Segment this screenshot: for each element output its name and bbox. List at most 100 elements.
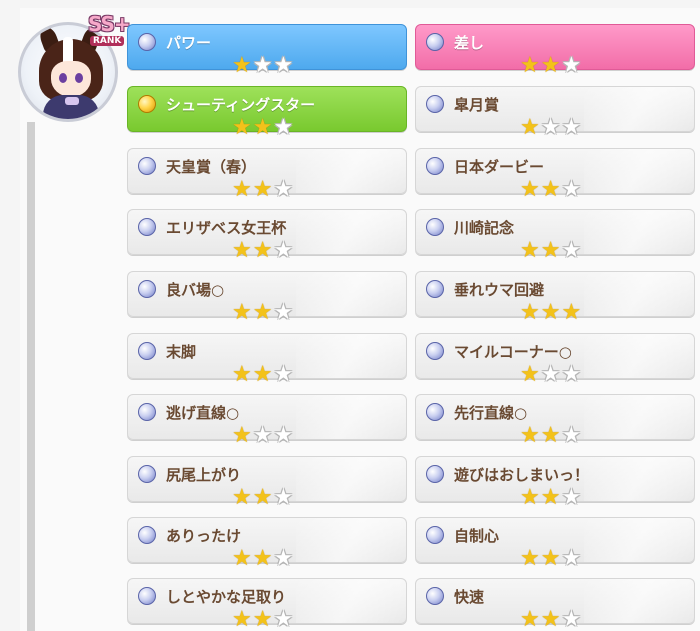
star-filled-icon: ★ — [520, 423, 541, 448]
star-rating: ★★★ — [520, 55, 582, 77]
skill-name: 天皇賞（春） — [166, 158, 257, 176]
skill-card[interactable]: 天皇賞（春） ★★★ — [127, 148, 407, 201]
skill-name: 日本ダービー — [454, 158, 545, 176]
star-filled-icon: ★ — [232, 607, 253, 631]
star-empty-icon: ★ — [540, 115, 562, 140]
star-empty-icon: ★ — [273, 115, 295, 140]
star-rating: ★★★ — [520, 609, 582, 631]
skill-name: 差し — [454, 34, 485, 52]
skill-card[interactable]: 日本ダービー ★★★ — [415, 148, 695, 201]
star-filled-icon: ★ — [232, 177, 253, 202]
star-filled-icon: ★ — [520, 362, 541, 387]
star-empty-icon: ★ — [561, 362, 583, 387]
skill-card[interactable]: マイルコーナー○ ★★★ — [415, 333, 695, 386]
star-empty-icon: ★ — [273, 546, 295, 571]
star-empty-icon: ★ — [561, 546, 583, 571]
skill-name: 垂れウマ回避 — [454, 281, 545, 299]
star-empty-icon: ★ — [561, 423, 583, 448]
factor-orb-icon — [426, 218, 444, 236]
star-filled-icon: ★ — [232, 362, 253, 387]
star-rating: ★★★ — [520, 179, 582, 201]
factor-orb-icon — [138, 95, 156, 113]
star-filled-icon: ★ — [232, 546, 253, 571]
star-empty-icon: ★ — [561, 238, 583, 263]
factor-orb-icon — [138, 342, 156, 360]
character-bow — [65, 97, 79, 105]
star-filled-icon: ★ — [520, 546, 541, 571]
star-filled-icon: ★ — [252, 607, 274, 631]
skill-card[interactable]: 快速 ★★★ — [415, 578, 695, 631]
factor-orb-icon — [138, 218, 156, 236]
star-filled-icon: ★ — [540, 300, 562, 325]
star-rating: ★★★ — [520, 548, 582, 570]
factor-orb-icon — [426, 33, 444, 51]
star-filled-icon: ★ — [520, 177, 541, 202]
star-rating: ★★★ — [232, 302, 294, 324]
factor-orb-icon — [426, 280, 444, 298]
star-filled-icon: ★ — [520, 607, 541, 631]
skill-name: マイルコーナー○ — [454, 343, 572, 361]
star-empty-icon: ★ — [561, 177, 583, 202]
skill-card[interactable]: 先行直線○ ★★★ — [415, 394, 695, 447]
star-empty-icon: ★ — [273, 485, 295, 510]
skill-name: エリザベス女王杯 — [166, 219, 287, 237]
skill-name: ありったけ — [166, 527, 242, 545]
skill-card[interactable]: 良バ場○ ★★★ — [127, 271, 407, 324]
star-filled-icon: ★ — [252, 485, 274, 510]
star-filled-icon: ★ — [540, 546, 562, 571]
star-rating: ★★★ — [232, 179, 294, 201]
rank-label: RANK — [90, 36, 125, 46]
star-empty-icon: ★ — [561, 115, 583, 140]
skill-card[interactable]: 川崎記念 ★★★ — [415, 209, 695, 262]
star-rating: ★★★ — [520, 240, 582, 262]
star-rating: ★★★ — [232, 487, 294, 509]
star-filled-icon: ★ — [232, 300, 253, 325]
character-portrait[interactable]: SS+ RANK — [18, 12, 131, 124]
skill-card[interactable]: ありったけ ★★★ — [127, 517, 407, 570]
factor-orb-icon — [138, 280, 156, 298]
skill-name: 良バ場○ — [166, 281, 225, 299]
skill-name: 遊びはおしまいっ！ — [454, 466, 590, 484]
skill-card[interactable]: 自制心 ★★★ — [415, 517, 695, 570]
factor-orb-icon — [426, 403, 444, 421]
factor-orb-icon — [138, 157, 156, 175]
star-filled-icon: ★ — [540, 238, 562, 263]
character-face — [51, 61, 91, 97]
star-filled-icon: ★ — [232, 485, 253, 510]
skill-name: しとやかな足取り — [166, 588, 287, 606]
factor-orb-icon — [426, 526, 444, 544]
factor-orb-icon — [138, 33, 156, 51]
skill-card[interactable]: パワー ★★★ — [127, 24, 407, 77]
skill-name: 先行直線○ — [454, 404, 528, 422]
star-filled-icon: ★ — [540, 177, 562, 202]
skill-name: 尻尾上がり — [166, 466, 242, 484]
star-empty-icon: ★ — [273, 423, 295, 448]
skill-card[interactable]: しとやかな足取り ★★★ — [127, 578, 407, 631]
star-filled-icon: ★ — [252, 546, 274, 571]
star-rating: ★★★ — [520, 364, 582, 386]
star-filled-icon: ★ — [520, 485, 541, 510]
star-rating: ★★★ — [232, 609, 294, 631]
skill-card[interactable]: 尻尾上がり ★★★ — [127, 456, 407, 509]
star-filled-icon: ★ — [252, 238, 274, 263]
factor-orb-icon — [138, 465, 156, 483]
skill-card[interactable]: シューティングスター ★★★ — [127, 86, 407, 139]
skill-card[interactable]: 逃げ直線○ ★★★ — [127, 394, 407, 447]
skill-card[interactable]: 差し ★★★ — [415, 24, 695, 77]
skill-card[interactable]: 末脚 ★★★ — [127, 333, 407, 386]
star-empty-icon: ★ — [273, 177, 295, 202]
star-filled-icon: ★ — [520, 115, 541, 140]
skill-card[interactable]: 遊びはおしまいっ！ ★★★ — [415, 456, 695, 509]
star-filled-icon: ★ — [520, 53, 541, 78]
star-filled-icon: ★ — [540, 485, 562, 510]
star-rating: ★★★ — [232, 240, 294, 262]
skill-card[interactable]: エリザベス女王杯 ★★★ — [127, 209, 407, 262]
star-filled-icon: ★ — [540, 607, 562, 631]
rank-badge: SS+ RANK — [82, 12, 131, 56]
star-filled-icon: ★ — [540, 423, 562, 448]
star-rating: ★★★ — [520, 425, 582, 447]
skill-name: パワー — [166, 34, 212, 52]
skill-card[interactable]: 垂れウマ回避 ★★★ — [415, 271, 695, 324]
skill-card[interactable]: 皐月賞 ★★★ — [415, 86, 695, 139]
star-empty-icon: ★ — [273, 53, 295, 78]
